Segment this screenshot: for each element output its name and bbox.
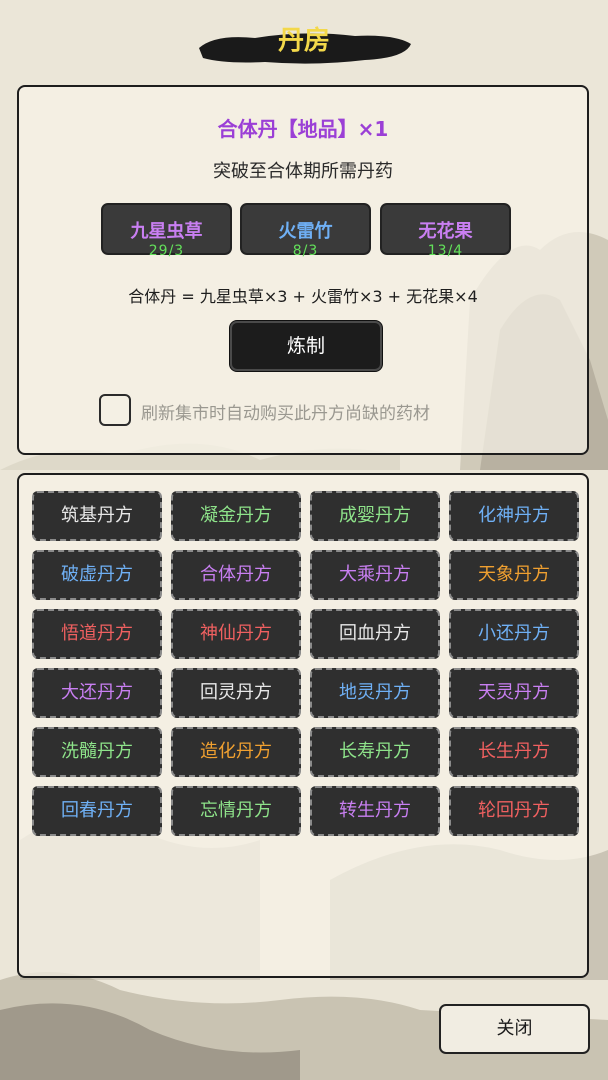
recipe-button[interactable]: 小还丹方 xyxy=(449,609,579,659)
recipe-button[interactable]: 地灵丹方 xyxy=(310,668,440,718)
ingredient-card[interactable]: 火雷竹 8/3 xyxy=(240,203,371,259)
ingredient-card[interactable]: 九星虫草 29/3 xyxy=(101,203,232,259)
title-banner: 丹房 xyxy=(0,0,608,82)
recipe-button[interactable]: 回春丹方 xyxy=(32,786,162,836)
refine-button[interactable]: 炼制 xyxy=(230,321,382,371)
recipe-list-panel: 筑基丹方 凝金丹方 成婴丹方 化神丹方破虚丹方 合体丹方 大乘丹方 天象丹方悟道丹方 神仙丹方… xyxy=(17,473,589,978)
recipe-title: 合体丹【地品】×1 xyxy=(217,117,389,141)
recipe-button[interactable]: 大乘丹方 xyxy=(310,550,440,600)
recipe-button[interactable]: 天灵丹方 xyxy=(449,668,579,718)
recipe-button[interactable]: 长寿丹方 xyxy=(310,727,440,777)
recipe-button[interactable]: 转生丹方 xyxy=(310,786,440,836)
recipe-button[interactable]: 成婴丹方 xyxy=(310,491,440,541)
ingredient-count: 8/3 xyxy=(292,243,319,259)
ingredient-count: 29/3 xyxy=(148,243,185,259)
recipe-description: 突破至合体期所需丹药 xyxy=(213,161,393,182)
ingredient-card[interactable]: 无花果 13/4 xyxy=(380,203,511,259)
ingredient-name: 无花果 xyxy=(418,221,473,242)
recipe-button[interactable]: 轮回丹方 xyxy=(449,786,579,836)
close-button[interactable]: 关闭 xyxy=(439,1004,590,1054)
recipe-button[interactable]: 大还丹方 xyxy=(32,668,162,718)
recipe-button[interactable]: 回血丹方 xyxy=(310,609,440,659)
recipe-button[interactable]: 筑基丹方 xyxy=(32,491,162,541)
recipe-button[interactable]: 破虚丹方 xyxy=(32,550,162,600)
recipe-button[interactable]: 回灵丹方 xyxy=(171,668,301,718)
recipe-button[interactable]: 洗髓丹方 xyxy=(32,727,162,777)
recipe-formula: 合体丹 = 九星虫草×3 + 火雷竹×3 + 无花果×4 xyxy=(128,287,478,306)
auto-buy-label: 刷新集市时自动购买此丹方尚缺的药材 xyxy=(141,404,430,424)
recipe-button[interactable]: 合体丹方 xyxy=(171,550,301,600)
recipe-button[interactable]: 神仙丹方 xyxy=(171,609,301,659)
recipe-button[interactable]: 凝金丹方 xyxy=(171,491,301,541)
recipe-button[interactable]: 化神丹方 xyxy=(449,491,579,541)
ingredient-name: 火雷竹 xyxy=(278,221,333,242)
recipe-button[interactable]: 造化丹方 xyxy=(171,727,301,777)
recipe-button[interactable]: 悟道丹方 xyxy=(32,609,162,659)
recipe-button[interactable]: 长生丹方 xyxy=(449,727,579,777)
page-title: 丹房 xyxy=(277,26,330,56)
ingredient-name: 九星虫草 xyxy=(130,221,203,242)
recipe-button[interactable]: 天象丹方 xyxy=(449,550,579,600)
auto-buy-checkbox[interactable] xyxy=(99,394,131,426)
ingredient-count: 13/4 xyxy=(427,243,464,259)
recipe-button[interactable]: 忘情丹方 xyxy=(171,786,301,836)
recipe-detail-panel: 合体丹【地品】×1 突破至合体期所需丹药 九星虫草 29/3 火雷竹 8/3 无… xyxy=(17,85,589,455)
